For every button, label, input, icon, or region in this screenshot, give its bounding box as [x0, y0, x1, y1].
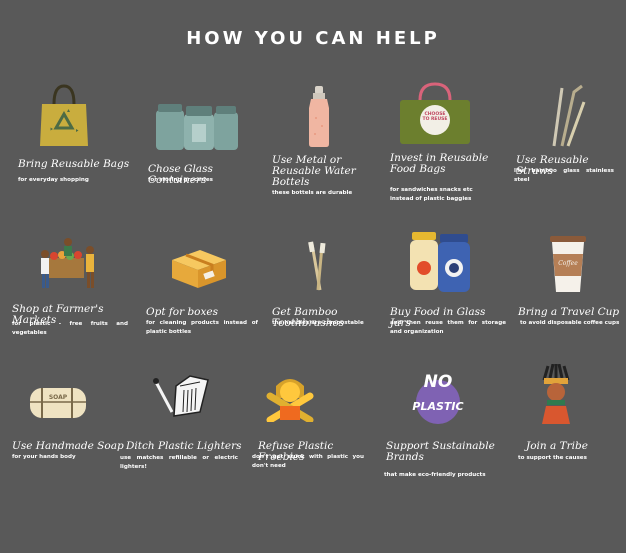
- item-description: for your hands body: [12, 454, 76, 460]
- item-description: these bottels are durable: [272, 190, 353, 196]
- travel-cup-icon: Coffee: [548, 232, 588, 294]
- reusable-bag-icon: [36, 82, 92, 150]
- no-plastic-bottom-text: PLASTIC: [412, 400, 464, 413]
- glass-jars-icon: [408, 228, 472, 294]
- no-plastic-top-text: NO: [423, 372, 453, 392]
- cardboard-box-icon: [168, 246, 230, 290]
- item-description: use matches refillable or electric light…: [120, 455, 238, 470]
- item-description: like bamboo glass stainless steel: [514, 168, 614, 183]
- matches-icon: [150, 372, 210, 422]
- water-bottle-icon: [306, 84, 332, 148]
- item-label: Support Sustainable Brands: [386, 440, 495, 463]
- item-description: don't get stuck with plastic you don't n…: [252, 454, 364, 469]
- bag-badge-text: CHOOSE TO REUSE: [422, 112, 448, 122]
- item-description: to avoid disposable coffee cups: [520, 320, 620, 326]
- glass-containers-icon: [152, 100, 240, 152]
- bamboo-toothbrush-icon: [306, 240, 332, 292]
- item-label: Join a Tribe: [526, 440, 588, 452]
- reusable-food-bag-icon: CHOOSE TO REUSE: [398, 82, 472, 146]
- item-label: Use Handmade Soap: [12, 440, 124, 452]
- item-description: for sandwiches snacks etc instead of pla…: [390, 187, 473, 202]
- handmade-soap-icon: SOAP: [28, 384, 88, 422]
- page-title: HOW YOU CAN HELP: [186, 28, 440, 49]
- item-label: Use Metal or Reusable Water Bottels: [272, 154, 356, 188]
- item-label: Opt for boxes: [146, 306, 219, 318]
- item-label: Ditch Plastic Lighters: [126, 440, 242, 452]
- soap-stamp-text: SOAP: [48, 394, 68, 401]
- reusable-straws-icon: [548, 84, 588, 148]
- item-description: to support the causes: [518, 455, 587, 461]
- farmers-market-icon: [38, 236, 100, 290]
- item-description: and then reuse them for storage and orga…: [390, 320, 506, 335]
- item-description: for plastic - free fruits and vegetables: [12, 321, 128, 336]
- cup-brand-text: Coffee: [558, 260, 578, 267]
- item-description: for everyday shopping: [18, 177, 89, 183]
- no-plastic-badge-icon: NO PLASTIC: [408, 372, 468, 426]
- item-description: that make eco-friendly products: [384, 472, 486, 478]
- tribal-person-icon: [536, 363, 576, 424]
- item-description: for cleaning products instead of plastic…: [146, 320, 258, 335]
- item-label: Invest in Reusable Food Bags: [390, 152, 489, 175]
- item-label: Bring Reusable Bags: [18, 158, 130, 170]
- refusing-person-icon: [266, 376, 314, 424]
- item-description: the handles are compostable: [272, 320, 364, 326]
- item-label: Bring a Travel Cup: [518, 306, 620, 318]
- item-description: for storing groceries: [148, 177, 213, 183]
